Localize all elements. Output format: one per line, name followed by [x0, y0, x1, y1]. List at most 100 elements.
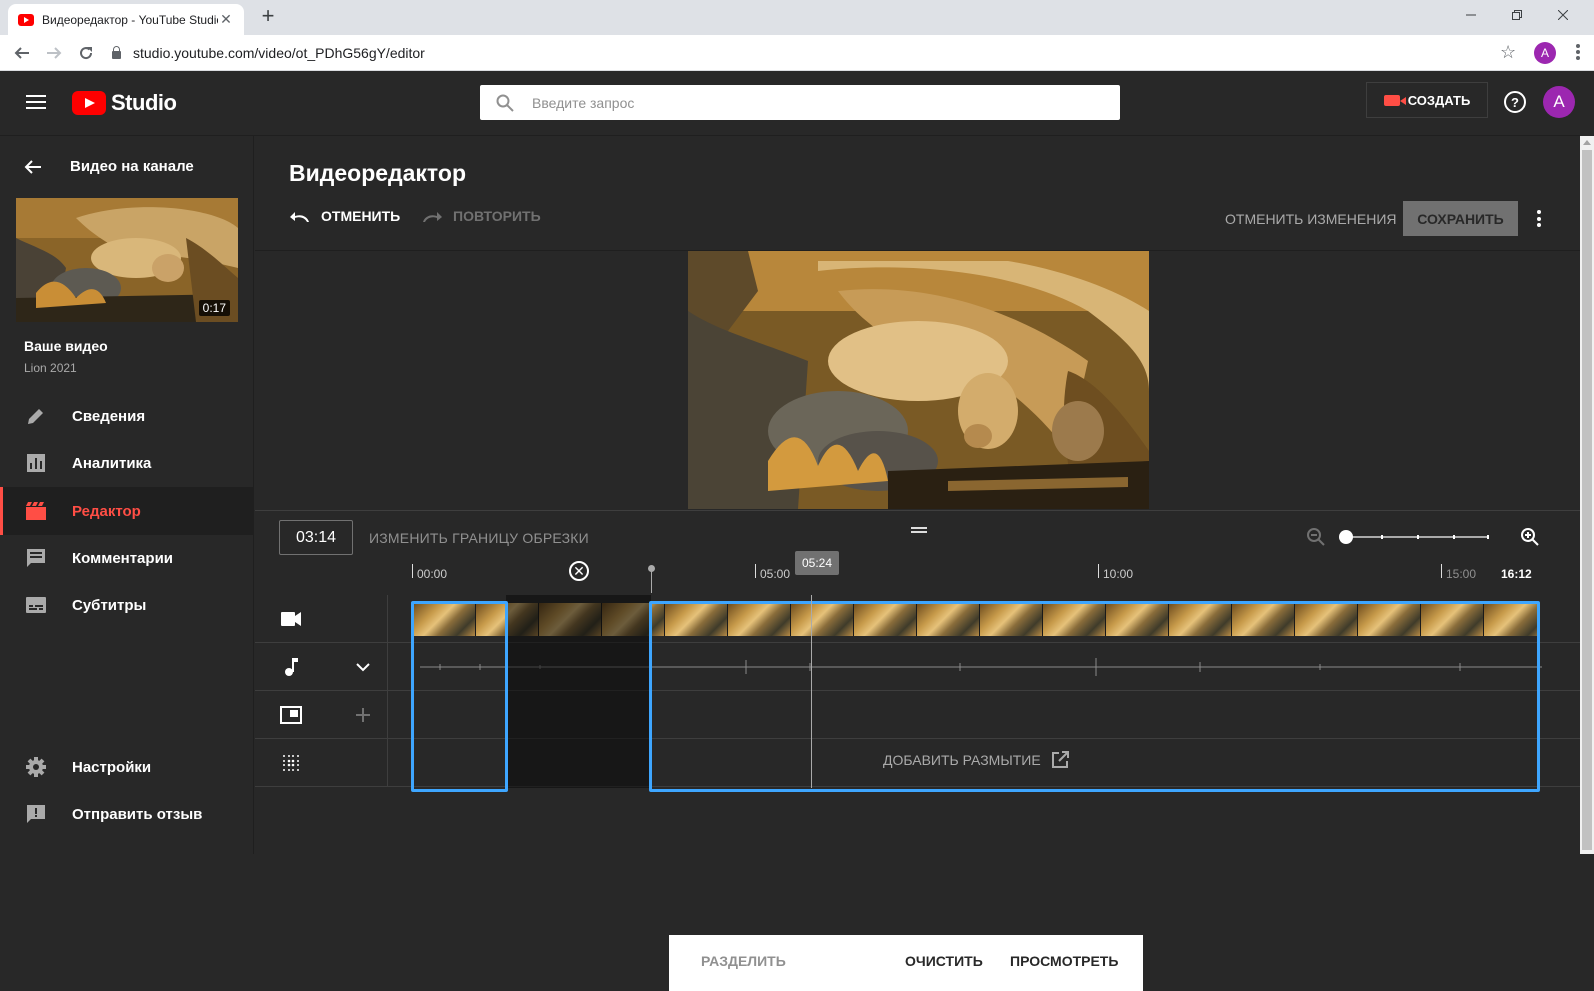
cut-marker-line: [651, 571, 652, 593]
playhead-line[interactable]: [811, 595, 812, 788]
video-thumbnail[interactable]: 0:17: [16, 198, 238, 322]
pencil-icon: [24, 404, 48, 428]
redo-icon: [423, 212, 442, 222]
new-tab-button[interactable]: +: [256, 5, 280, 29]
clear-button[interactable]: ОЧИСТИТЬ: [905, 953, 983, 969]
ruler-label: 10:00: [1103, 567, 1134, 581]
ruler-label: 05:00: [760, 567, 791, 581]
logo-text: Studio: [111, 90, 177, 115]
bookmark-star-icon[interactable]: ☆: [1500, 42, 1516, 63]
sidebar-item-subtitles[interactable]: Субтитры: [0, 581, 254, 629]
remove-cut-icon[interactable]: ✕: [569, 561, 589, 581]
restore-icon: [1512, 10, 1522, 20]
forward-button[interactable]: [42, 41, 66, 65]
close-window-icon: [1558, 10, 1568, 20]
ruler-tick: [412, 564, 413, 578]
more-options-icon[interactable]: [1537, 210, 1541, 227]
ruler-tick: [755, 564, 756, 578]
zoom-in-icon[interactable]: [1519, 526, 1541, 548]
minimize-button[interactable]: [1448, 0, 1494, 30]
thumbnail-duration: 0:17: [198, 300, 230, 316]
split-button[interactable]: РАЗДЕЛИТЬ: [701, 953, 786, 969]
feedback-icon: [24, 802, 48, 826]
close-tab-icon[interactable]: ✕: [218, 11, 234, 28]
close-window-button[interactable]: [1540, 0, 1586, 30]
current-time-field[interactable]: 03:14: [279, 520, 353, 555]
zoom-slider-knob[interactable]: [1339, 530, 1353, 544]
avatar[interactable]: A: [1543, 86, 1575, 118]
ruler-end-label: 16:12: [1501, 567, 1532, 581]
tab-title: Видеоредактор - YouTube Studio: [42, 12, 218, 27]
create-button[interactable]: СОЗДАТЬ: [1366, 82, 1488, 118]
sidebar: Видео на канале 0:17 Ваше видео Lion 202…: [0, 136, 254, 854]
sidebar-item-label: Аналитика: [72, 454, 152, 472]
redo-label: ПОВТОРИТЬ: [453, 208, 541, 224]
sidebar-item-settings[interactable]: Настройки: [0, 743, 254, 791]
blur-track-header: [255, 739, 388, 787]
browser-profile-avatar[interactable]: A: [1534, 42, 1556, 64]
back-button[interactable]: [10, 41, 34, 65]
studio-logo[interactable]: Studio: [72, 90, 177, 116]
sidebar-item-analytics[interactable]: Аналитика: [0, 439, 254, 487]
trim-selection-left[interactable]: [411, 601, 508, 792]
page-title: Видеоредактор: [289, 160, 466, 186]
minimize-icon: [1466, 14, 1476, 16]
lion-preview-image: [688, 251, 1149, 509]
reload-icon: [80, 47, 93, 60]
sidebar-item-label: Сведения: [72, 407, 146, 425]
playhead-time[interactable]: 05:24: [795, 551, 839, 575]
discard-changes-button[interactable]: ОТМЕНИТЬ ИЗМЕНЕНИЯ: [1225, 211, 1397, 227]
chevron-down-icon[interactable]: [351, 655, 375, 679]
edit-actions-bar: РАЗДЕЛИТЬ ОЧИСТИТЬ ПРОСМОТРЕТЬ: [669, 935, 1143, 991]
reload-button[interactable]: [74, 41, 98, 65]
ruler-label: 00:00: [417, 567, 448, 581]
menu-icon[interactable]: [26, 95, 46, 109]
back-label: Видео на канале: [70, 158, 194, 175]
scroll-up-icon: [1583, 140, 1591, 145]
url-field[interactable]: studio.youtube.com/video/ot_PDhG56gY/edi…: [112, 39, 1512, 67]
music-note-icon: [279, 655, 303, 679]
search-placeholder: Введите запрос: [532, 94, 635, 111]
video-camera-icon: [1383, 94, 1406, 106]
analytics-icon: [24, 451, 48, 475]
redo-button[interactable]: ПОВТОРИТЬ: [421, 208, 541, 224]
sidebar-item-comments[interactable]: Комментарии: [0, 534, 254, 582]
panel-resize-handle[interactable]: [911, 527, 927, 533]
help-icon[interactable]: ?: [1504, 91, 1526, 113]
search-input[interactable]: Введите запрос: [480, 85, 1120, 120]
audio-track-header: [255, 643, 388, 691]
browser-menu-icon[interactable]: [1576, 44, 1580, 60]
video-preview[interactable]: [688, 251, 1149, 509]
sidebar-item-feedback[interactable]: Отправить отзыв: [0, 790, 254, 838]
subtitles-icon: [24, 593, 48, 617]
arrow-left-icon: [14, 47, 29, 59]
ruler-label: 15:00: [1446, 567, 1477, 581]
sidebar-item-label: Субтитры: [72, 596, 147, 614]
sidebar-item-editor[interactable]: Редактор: [0, 487, 254, 535]
zoom-out-icon[interactable]: [1305, 526, 1327, 548]
lock-icon: [112, 46, 121, 59]
page-scrollbar[interactable]: [1580, 136, 1594, 854]
edit-trim-button[interactable]: ИЗМЕНИТЬ ГРАНИЦУ ОБРЕЗКИ: [369, 530, 589, 546]
browser-tab[interactable]: Видеоредактор - YouTube Studio ✕: [8, 4, 244, 35]
arrow-back-icon: [24, 159, 41, 174]
end-screen-icon: [279, 703, 303, 727]
restore-button[interactable]: [1494, 0, 1540, 30]
sidebar-item-label: Настройки: [72, 758, 152, 776]
zoom-slider[interactable]: [1345, 535, 1489, 539]
timeline-tracks: ДОБАВИТЬ РАЗМЫТИЕ: [255, 595, 1580, 792]
removed-segment[interactable]: [506, 595, 651, 788]
your-video-label: Ваше видео: [24, 338, 108, 354]
trim-selection-right[interactable]: [649, 601, 1540, 792]
main-content: Видеоредактор ОТМЕНИТЬ ПОВТОРИТЬ ОТМЕНИТ…: [255, 136, 1580, 991]
sidebar-item-details[interactable]: Сведения: [0, 392, 254, 440]
sidebar-item-label: Отправить отзыв: [72, 805, 203, 823]
arrow-right-icon: [47, 47, 62, 59]
undo-button[interactable]: ОТМЕНИТЬ: [289, 208, 400, 224]
url-text: studio.youtube.com/video/ot_PDhG56gY/edi…: [133, 45, 425, 61]
plus-icon[interactable]: [351, 703, 375, 727]
save-button[interactable]: СОХРАНИТЬ: [1403, 201, 1518, 236]
back-to-channel-videos[interactable]: Видео на канале: [24, 158, 194, 175]
preview-button[interactable]: ПРОСМОТРЕТЬ: [1010, 953, 1118, 969]
undo-label: ОТМЕНИТЬ: [321, 208, 401, 224]
